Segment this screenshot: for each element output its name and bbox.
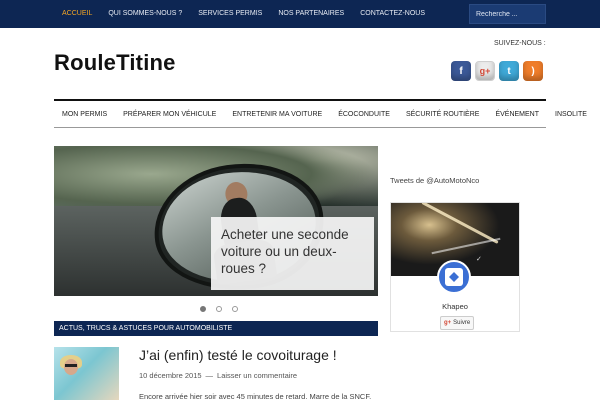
main-nav-item-mon-permis[interactable]: MON PERMIS <box>54 101 115 127</box>
leave-comment-link[interactable]: Laisser un commentaire <box>217 371 297 380</box>
tweets-widget-title[interactable]: Tweets de @AutoMotoNco <box>390 176 479 185</box>
follow-us-label: SUIVEZ-NOUS : <box>494 40 546 47</box>
top-nav-item-contactez-nous[interactable]: CONTACTEZ-NOUS <box>352 0 433 28</box>
top-nav-item-qui-sommes-nous[interactable]: QUI SOMMES-NOUS ? <box>100 0 190 28</box>
slider-dot[interactable] <box>200 306 206 312</box>
avatar[interactable] <box>437 260 471 294</box>
main-nav: MON PERMIS PRÉPARER MON VÉHICULE ENTRETE… <box>54 99 587 128</box>
follow-button[interactable]: g+ Suivre <box>440 316 475 330</box>
top-bar: ACCUEIL QUI SOMMES-NOUS ? SERVICES PERMI… <box>0 0 600 28</box>
slider-caption[interactable]: Acheter une seconde voiture ou un deux-r… <box>211 217 374 290</box>
main-nav-item-securite-routiere[interactable]: SÉCURITÉ ROUTIÈRE <box>398 101 488 127</box>
profile-name[interactable]: Khapeo <box>391 302 519 311</box>
top-nav-item-accueil[interactable]: ACCUEIL <box>54 0 100 28</box>
post-meta: 10 décembre 2015— Laisser un commentaire <box>139 371 297 380</box>
slider-dot[interactable] <box>232 306 238 312</box>
meta-separator: — <box>205 371 214 380</box>
slider-dot[interactable] <box>216 306 222 312</box>
google-plus-icon: g+ <box>444 320 452 326</box>
slider-dots <box>200 306 238 312</box>
top-nav-item-nos-partenaires[interactable]: NOS PARTENAIRES <box>270 0 352 28</box>
post-date[interactable]: 10 décembre 2015 <box>139 371 202 380</box>
main-nav-item-entretenir-voiture[interactable]: ENTRETENIR MA VOITURE <box>224 101 330 127</box>
top-nav-item-services-permis[interactable]: SERVICES PERMIS <box>190 0 270 28</box>
profile-card: ✓ Khapeo g+ Suivre <box>390 202 520 332</box>
post-title[interactable]: J’ai (enfin) testé le covoiturage ! <box>139 347 337 363</box>
post-excerpt: Encore arrivée hier soir avec 45 minutes… <box>139 392 372 400</box>
follow-button-label: Suivre <box>453 320 471 326</box>
post-thumbnail[interactable] <box>54 347 119 400</box>
main-nav-item-ecoconduite[interactable]: ÉCOCONDUITE <box>330 101 398 127</box>
google-plus-icon[interactable]: g+ <box>475 61 495 81</box>
social-icons: f g+ t ) <box>451 61 543 81</box>
main-nav-item-evenement[interactable]: ÉVÉNEMENT <box>487 101 547 127</box>
verified-icon: ✓ <box>476 256 482 263</box>
search-input[interactable] <box>469 4 546 24</box>
twitter-icon[interactable]: t <box>499 61 519 81</box>
site-title[interactable]: RouleTitine <box>54 50 176 76</box>
top-nav: ACCUEIL QUI SOMMES-NOUS ? SERVICES PERMI… <box>54 0 433 28</box>
rss-icon[interactable]: ) <box>523 61 543 81</box>
main-nav-item-preparer-vehicule[interactable]: PRÉPARER MON VÉHICULE <box>115 101 224 127</box>
brand-logo-icon <box>445 268 463 286</box>
section-heading: ACTUS, TRUCS & ASTUCES POUR AUTOMOBILIST… <box>54 321 378 336</box>
main-nav-item-insolite[interactable]: INSOLITE <box>547 101 595 127</box>
facebook-icon[interactable]: f <box>451 61 471 81</box>
